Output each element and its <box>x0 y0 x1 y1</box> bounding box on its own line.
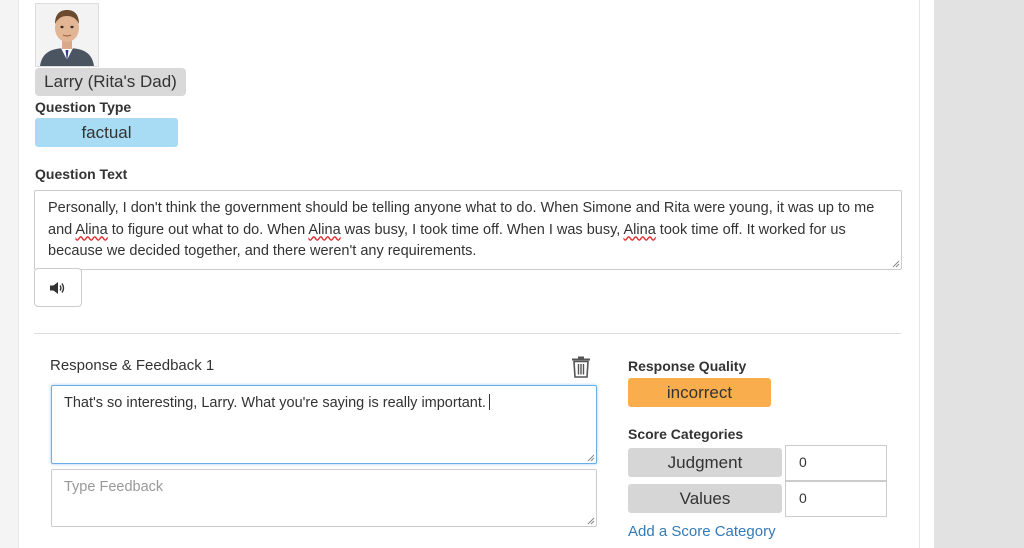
response-textarea[interactable]: That's so interesting, Larry. What you'r… <box>51 385 597 464</box>
score-input-judgment[interactable]: 0 <box>785 445 887 481</box>
man-in-suit-portrait-icon <box>36 4 98 66</box>
question-text-content: Personally, I don't think the government… <box>48 200 875 259</box>
misspelled-word: Alina <box>623 221 656 238</box>
question-text-label: Question Text <box>35 166 128 182</box>
response-text: That's so interesting, Larry. What you'r… <box>64 395 486 411</box>
feedback-textarea[interactable]: Type Feedback <box>51 469 597 527</box>
right-sidebar-background <box>934 0 1024 548</box>
misspelled-word: Alina <box>308 221 341 238</box>
response-quality-label: Response Quality <box>628 358 747 374</box>
resize-handle-icon[interactable] <box>586 453 595 462</box>
volume-icon <box>50 281 65 294</box>
resize-handle-icon[interactable] <box>586 516 595 525</box>
misspelled-word: Alina <box>75 221 108 238</box>
score-category-judgment[interactable]: Judgment <box>628 448 782 477</box>
score-categories-label: Score Categories <box>628 426 744 442</box>
resize-handle-icon[interactable] <box>891 259 900 268</box>
question-type-chip[interactable]: factual <box>35 118 178 147</box>
section-divider <box>34 333 901 334</box>
play-audio-button[interactable] <box>34 268 82 307</box>
feedback-placeholder: Type Feedback <box>64 479 164 495</box>
question-type-label: Question Type <box>35 99 132 115</box>
trash-icon[interactable] <box>571 356 591 378</box>
score-category-values[interactable]: Values <box>628 484 782 513</box>
character-name-chip: Larry (Rita's Dad) <box>35 68 186 96</box>
response-section-title: Response & Feedback 1 <box>50 357 215 374</box>
score-input-values[interactable]: 0 <box>785 481 887 517</box>
response-quality-chip[interactable]: incorrect <box>628 378 771 407</box>
add-score-category-link[interactable]: Add a Score Category <box>628 523 776 540</box>
character-avatar[interactable] <box>35 3 99 67</box>
left-gutter <box>0 0 18 548</box>
text-caret <box>488 394 490 410</box>
question-text-area[interactable]: Personally, I don't think the government… <box>34 190 902 270</box>
